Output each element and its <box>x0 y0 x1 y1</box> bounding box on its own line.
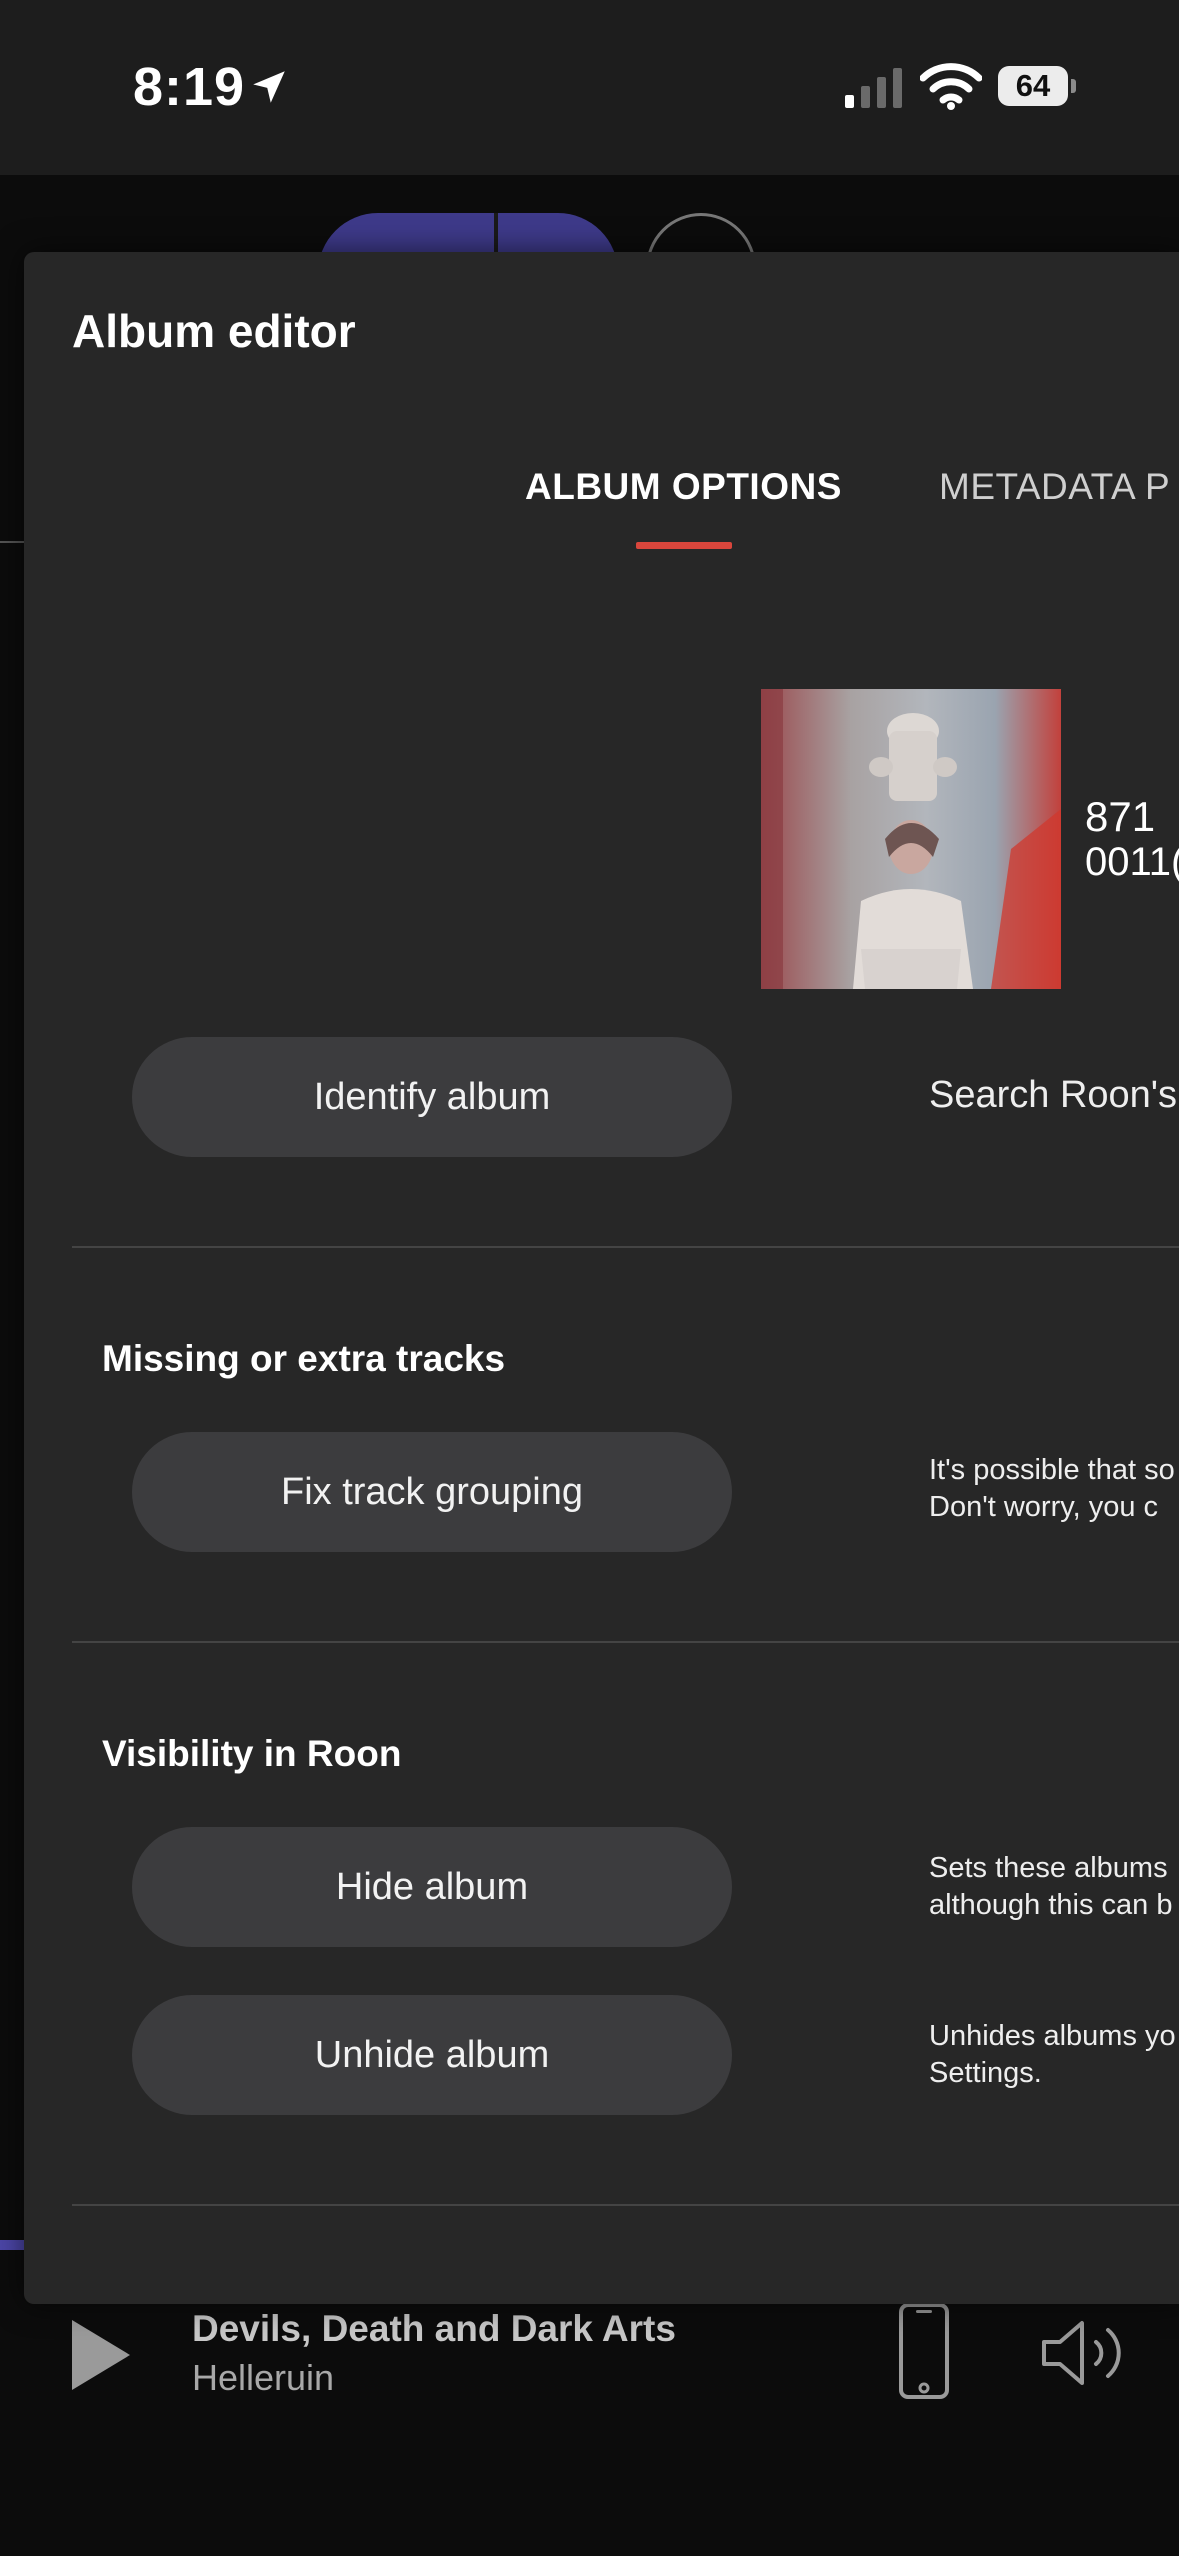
album-cover-id-line-1: 871 <box>1085 793 1156 840</box>
hide-album-button[interactable]: Hide album <box>132 1827 732 1947</box>
battery-icon: 64 <box>998 66 1076 106</box>
dialog-title: Album editor <box>72 305 356 357</box>
now-playing-title[interactable]: Devils, Death and Dark Arts <box>192 2308 676 2350</box>
volume-icon[interactable] <box>1040 2318 1134 2388</box>
description-line: Sets these albums <box>929 1852 1168 1884</box>
description-line: Don't worry, you c <box>929 1491 1159 1523</box>
tab-album-options[interactable]: ALBUM OPTIONS <box>525 466 842 508</box>
description-line: Settings. <box>929 2057 1042 2089</box>
wifi-icon <box>920 63 982 110</box>
play-icon[interactable] <box>68 2318 132 2392</box>
description-line: It's possible that so <box>929 1454 1175 1486</box>
battery-level: 64 <box>998 66 1068 106</box>
album-cover-id-line-2: 0011( <box>1085 840 1179 884</box>
section-divider <box>72 2204 1179 2206</box>
location-arrow-icon <box>253 71 285 103</box>
section-divider <box>72 1246 1179 1248</box>
playback-progress-bar[interactable] <box>0 2240 26 2250</box>
unhide-album-button[interactable]: Unhide album <box>132 1995 732 2115</box>
album-editor-dialog: Album editor ALBUM OPTIONS METADATA P 87… <box>24 252 1179 2304</box>
tab-metadata[interactable]: METADATA P <box>939 466 1170 508</box>
status-time: 8:19 <box>133 57 246 117</box>
background-tab-split <box>494 213 498 253</box>
active-tab-indicator <box>636 542 732 549</box>
visibility-heading: Visibility in Roon <box>102 1733 402 1774</box>
album-cover-image <box>761 689 1061 989</box>
battery-nub <box>1071 79 1076 93</box>
status-bar: 8:19 64 <box>0 0 1179 175</box>
fix-track-grouping-description: It's possible that so Don't worry, you c <box>929 1452 1175 1526</box>
missing-tracks-heading: Missing or extra tracks <box>102 1338 506 1379</box>
cellular-signal-icon <box>845 68 902 108</box>
identify-album-description: Search Roon's <box>929 1074 1178 1116</box>
hide-album-description: Sets these albums although this can b <box>929 1850 1172 1924</box>
section-divider <box>72 1641 1179 1643</box>
now-playing-artist[interactable]: Helleruin <box>192 2357 334 2399</box>
description-line: although this can b <box>929 1889 1173 1921</box>
description-line: Unhides albums yo <box>929 2020 1176 2052</box>
identify-album-button[interactable]: Identify album <box>132 1037 732 1157</box>
fix-track-grouping-button[interactable]: Fix track grouping <box>132 1432 732 1552</box>
unhide-album-description: Unhides albums yo Settings. <box>929 2018 1176 2092</box>
phone-icon[interactable] <box>898 2302 950 2400</box>
